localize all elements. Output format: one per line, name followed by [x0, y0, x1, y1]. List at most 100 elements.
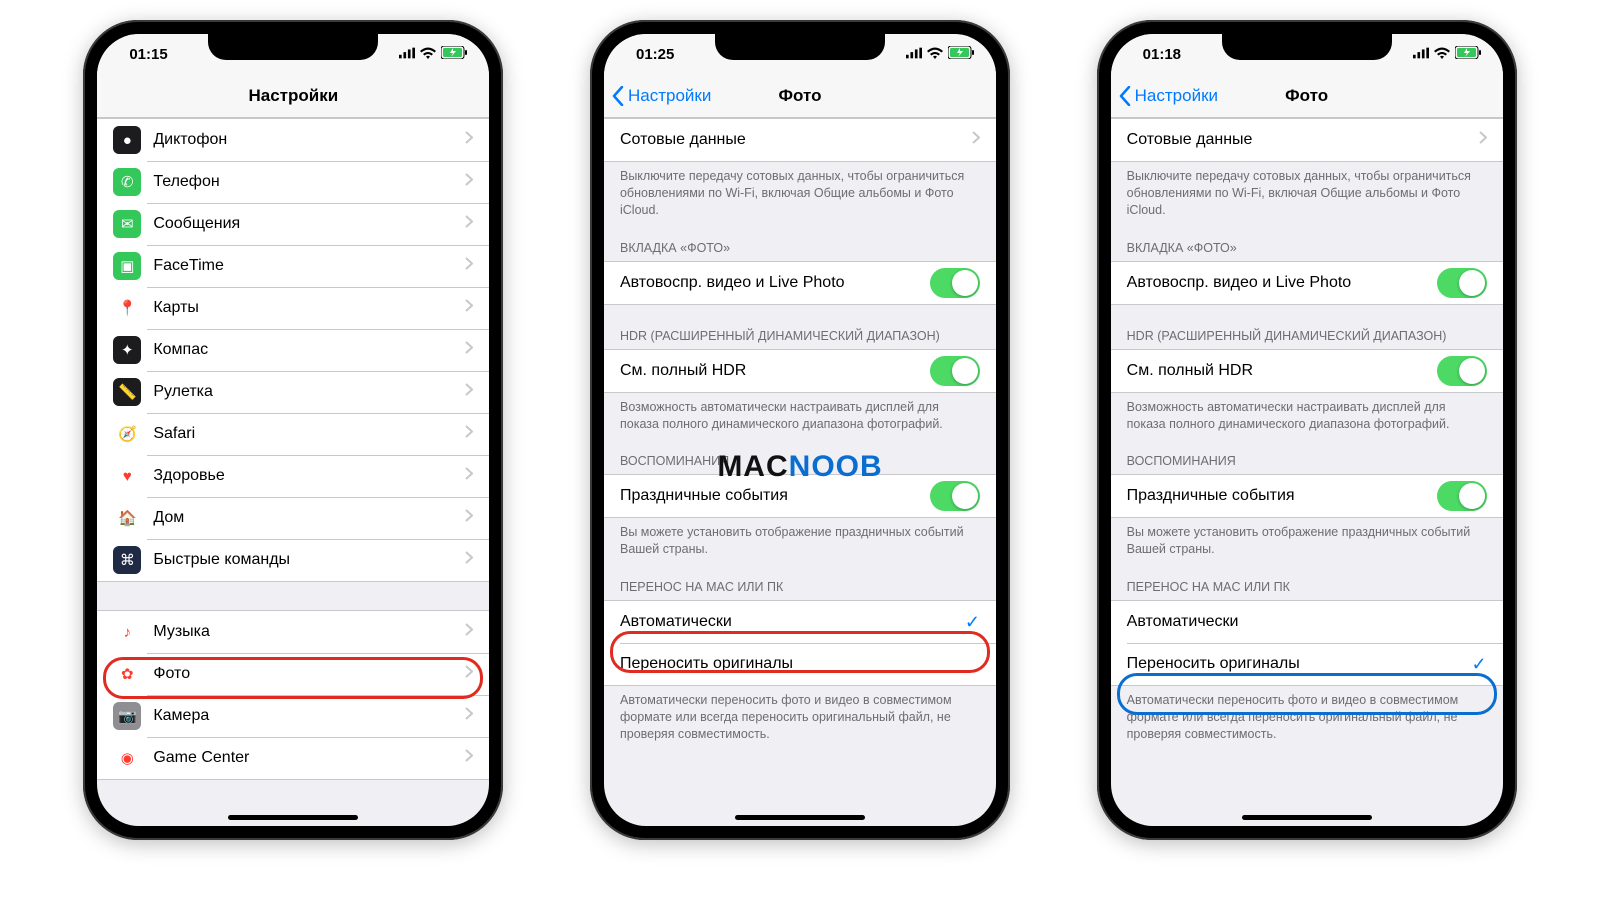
status-time: 01:15 [129, 46, 167, 63]
memories-row[interactable]: Праздничные события [604, 475, 996, 517]
section-header-hdr: HDR (РАСШИРЕННЫЙ ДИНАМИЧЕСКИЙ ДИАПАЗОН) [604, 305, 996, 349]
toggle-on-icon[interactable] [930, 481, 980, 511]
photos-settings[interactable]: Сотовые данные Выключите передачу сотовы… [604, 118, 996, 826]
settings-row-label: Компас [153, 341, 465, 359]
checkmark-icon: ✓ [1472, 654, 1487, 675]
home-indicator[interactable] [228, 815, 358, 820]
settings-row[interactable]: 🏠Дом [97, 497, 489, 539]
settings-row[interactable]: 🧭Safari [97, 413, 489, 455]
cellular-signal-icon [399, 46, 415, 63]
settings-row-label: Фото [153, 665, 465, 683]
settings-row[interactable]: ◉ Game Center [97, 737, 489, 779]
app-icon: 📍 [113, 294, 141, 322]
cellular-signal-icon [1413, 46, 1429, 63]
app-icon: ✦ [113, 336, 141, 364]
chevron-right-icon [465, 173, 473, 191]
back-button[interactable]: Настройки [1119, 86, 1218, 106]
section-header-tab: ВКЛАДКА «ФОТО» [604, 227, 996, 261]
settings-row[interactable]: 📏 Рулетка [97, 371, 489, 413]
settings-row[interactable]: ▣ FaceTime [97, 245, 489, 287]
settings-row[interactable]: ⌘ Быстрые команды [97, 539, 489, 581]
phone-frame-1: 01:15 Настройки ● Диктофон ✆Телефон✉Сообще… [83, 20, 503, 840]
hdr-row[interactable]: См. полный HDR [604, 350, 996, 392]
settings-row-label: Рулетка [153, 383, 465, 401]
settings-row-label: Game Center [153, 749, 465, 767]
transfer-auto-row[interactable]: Автоматически ✓ [604, 601, 996, 643]
app-icon: ◉ [113, 744, 141, 772]
settings-row-label: Быстрые команды [153, 551, 465, 569]
settings-row[interactable]: ● Диктофон [97, 119, 489, 161]
toggle-on-icon[interactable] [1437, 356, 1487, 386]
chevron-right-icon [1479, 131, 1487, 149]
settings-row-label: Диктофон [153, 131, 465, 149]
chevron-right-icon [465, 467, 473, 485]
cellular-signal-icon [906, 46, 922, 63]
section-header-memories: ВОСПОМИНАНИЯ [1111, 440, 1503, 474]
battery-icon [948, 46, 974, 63]
chevron-right-icon [465, 551, 473, 569]
settings-row-label: Здоровье [153, 467, 465, 485]
cellular-data-row[interactable]: Сотовые данные [604, 119, 996, 161]
home-indicator[interactable] [735, 815, 865, 820]
toggle-on-icon[interactable] [930, 356, 980, 386]
page-title: Фото [779, 86, 822, 106]
transfer-originals-row[interactable]: Переносить оригиналы ✓ [1111, 643, 1503, 685]
chevron-right-icon [465, 131, 473, 149]
app-icon: ● [113, 126, 141, 154]
settings-row[interactable]: ✆Телефон [97, 161, 489, 203]
app-icon: 📏 [113, 378, 141, 406]
settings-row-label: Камера [153, 707, 465, 725]
settings-row[interactable]: 📷 Камера [97, 695, 489, 737]
chevron-right-icon [465, 707, 473, 725]
app-icon: 🏠 [113, 504, 141, 532]
back-button[interactable]: Настройки [612, 86, 711, 106]
toggle-on-icon[interactable] [1437, 268, 1487, 298]
cellular-footer: Выключите передачу сотовых данных, чтобы… [604, 162, 996, 227]
hdr-row[interactable]: См. полный HDR [1111, 350, 1503, 392]
nav-bar: Настройки [97, 74, 489, 118]
nav-bar: Настройки Фото [1111, 74, 1503, 118]
wifi-icon [1434, 46, 1450, 63]
phone-frame-3: 01:18 Настройки Фото Сотовые данные Выкл… [1097, 20, 1517, 840]
settings-row-label: FaceTime [153, 257, 465, 275]
settings-row[interactable]: ♪Музыка [97, 611, 489, 653]
settings-row[interactable]: ✉Сообщения [97, 203, 489, 245]
transfer-footer: Автоматически переносить фото и видео в … [1111, 686, 1503, 751]
chevron-right-icon [972, 131, 980, 149]
app-icon: 📷 [113, 702, 141, 730]
chevron-right-icon [465, 341, 473, 359]
home-indicator[interactable] [1242, 815, 1372, 820]
toggle-on-icon[interactable] [1437, 481, 1487, 511]
photos-settings[interactable]: Сотовые данные Выключите передачу сотовы… [1111, 118, 1503, 826]
memories-row[interactable]: Праздничные события [1111, 475, 1503, 517]
settings-row[interactable]: ✦ Компас [97, 329, 489, 371]
settings-row-label: Safari [153, 425, 465, 443]
app-icon: ▣ [113, 252, 141, 280]
transfer-originals-row[interactable]: Переносить оригиналы [604, 643, 996, 685]
autoplay-row[interactable]: Автовоспр. видео и Live Photo [604, 262, 996, 304]
chevron-right-icon [465, 257, 473, 275]
app-icon: ♪ [113, 618, 141, 646]
chevron-right-icon [465, 215, 473, 233]
settings-row[interactable]: ✿Фото [97, 653, 489, 695]
settings-row[interactable]: ♥Здоровье [97, 455, 489, 497]
memories-footer: Вы можете установить отображение праздни… [604, 518, 996, 566]
memories-footer: Вы можете установить отображение праздни… [1111, 518, 1503, 566]
settings-row[interactable]: 📍Карты [97, 287, 489, 329]
app-icon: ⌘ [113, 546, 141, 574]
battery-icon [1455, 46, 1481, 63]
cellular-footer: Выключите передачу сотовых данных, чтобы… [1111, 162, 1503, 227]
toggle-on-icon[interactable] [930, 268, 980, 298]
page-title: Настройки [248, 86, 338, 106]
transfer-auto-row[interactable]: Автоматически [1111, 601, 1503, 643]
autoplay-row[interactable]: Автовоспр. видео и Live Photo [1111, 262, 1503, 304]
page-title: Фото [1285, 86, 1328, 106]
nav-bar: Настройки Фото [604, 74, 996, 118]
settings-row-label: Телефон [153, 173, 465, 191]
section-header-tab: ВКЛАДКА «ФОТО» [1111, 227, 1503, 261]
chevron-right-icon [465, 749, 473, 767]
wifi-icon [420, 46, 436, 63]
section-header-transfer: ПЕРЕНОС НА MAC ИЛИ ПК [1111, 566, 1503, 600]
cellular-data-row[interactable]: Сотовые данные [1111, 119, 1503, 161]
settings-list[interactable]: ● Диктофон ✆Телефон✉Сообщения ▣ FaceTime 📍Кар… [97, 118, 489, 826]
